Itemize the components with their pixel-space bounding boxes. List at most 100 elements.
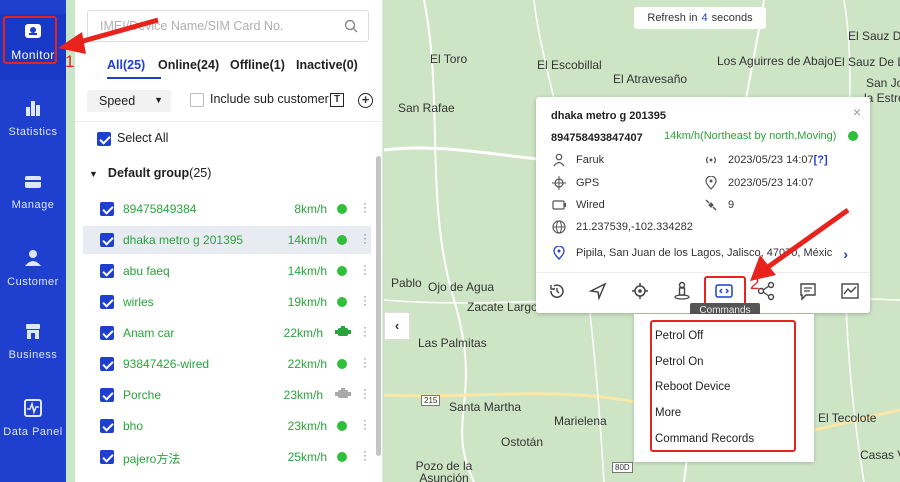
online-status-dot (337, 297, 347, 307)
close-icon[interactable]: × (853, 104, 861, 120)
history-icon[interactable] (546, 280, 568, 302)
help-link[interactable]: [?] (814, 154, 828, 166)
include-sub-customer[interactable]: Include sub customer (190, 92, 329, 107)
location-time-field: 2023/05/23 14:07 (704, 176, 854, 192)
street-view-icon[interactable] (671, 280, 693, 302)
nav-manage[interactable]: Manage (0, 163, 66, 229)
map-label: El Sauz De Los (834, 55, 900, 69)
caret-down-icon[interactable]: ▼ (89, 169, 98, 179)
address-field: Pipila, San Juan de los Lagos, Jalisco, … (552, 246, 832, 262)
globe-icon (552, 220, 566, 234)
device-checkbox[interactable] (100, 202, 114, 216)
tab-inactive[interactable]: Inactive(0) (296, 58, 358, 72)
device-name: bho (123, 419, 144, 433)
device-checkbox[interactable] (100, 450, 114, 464)
more-vertical-icon[interactable]: · · · (363, 383, 367, 403)
person-icon (25, 250, 41, 266)
nav-business-label: Business (8, 349, 58, 361)
commands-highlight-box (704, 276, 746, 306)
refresh-suffix: seconds (711, 12, 753, 24)
nav-statistics[interactable]: Statistics (0, 90, 66, 156)
device-speed: 22km/h (283, 326, 323, 340)
power-type: Wired (576, 199, 605, 211)
more-vertical-icon[interactable]: · · · (363, 228, 367, 248)
online-status-dot (337, 204, 347, 214)
satellites-field: 9 (704, 198, 854, 214)
chevron-right-icon[interactable]: › (843, 246, 848, 262)
text-toggle-icon[interactable]: T (330, 93, 344, 107)
refresh-seconds: 4 (701, 12, 708, 24)
map-label: Los Aguirres de Abajo (717, 54, 834, 68)
device-row[interactable]: 93847426-wired 22km/h · · · (83, 350, 371, 378)
select-all[interactable]: Select All (97, 131, 168, 146)
nav-data-panel[interactable]: Data Panel (0, 390, 66, 456)
more-vertical-icon[interactable]: · · · (363, 259, 367, 279)
left-nav: Monitor Statistics Manage Customer Busin… (0, 0, 66, 482)
annotation-number-1: 1 (65, 52, 75, 71)
signal-time-field: 2023/05/23 14:07[?] (704, 153, 854, 169)
more-vertical-icon[interactable]: · · · (363, 352, 367, 372)
device-row[interactable]: bho 23km/h · · · (83, 412, 371, 440)
satellite-count: 9 (728, 199, 735, 211)
more-vertical-icon[interactable]: · · · (363, 445, 367, 465)
message-icon[interactable] (797, 280, 819, 302)
list-scrollbar[interactable] (376, 156, 381, 456)
map-label: Santa Martha (449, 400, 522, 414)
signal-icon (705, 156, 717, 164)
positioning-type: GPS (576, 177, 600, 189)
map-label: El Toro (430, 52, 468, 66)
device-speed: 19km/h (287, 295, 327, 309)
device-row[interactable]: Anam car 22km/h · · · (83, 319, 371, 347)
device-checkbox[interactable] (100, 419, 114, 433)
device-checkbox[interactable] (100, 388, 114, 402)
nav-customer[interactable]: Customer (0, 240, 66, 306)
more-vertical-icon[interactable]: · · · (363, 197, 367, 217)
device-row[interactable]: abu faeq 14km/h · · · (83, 257, 371, 285)
menu-highlight-box (650, 320, 796, 452)
search-input[interactable] (88, 11, 328, 41)
include-sub-checkbox[interactable] (190, 92, 204, 107)
more-vertical-icon[interactable]: · · · (363, 290, 367, 310)
pulse-icon (24, 399, 42, 417)
navigate-icon[interactable] (587, 280, 609, 302)
online-status-dot (337, 452, 347, 462)
chevron-down-icon: ▼ (154, 95, 163, 105)
device-row[interactable]: 89475849384 8km/h · · · (83, 195, 371, 223)
group-count: (25) (189, 166, 212, 180)
group-name: Default group (107, 166, 190, 180)
nav-data-panel-label: Data Panel (3, 426, 63, 438)
select-all-checkbox[interactable] (97, 131, 111, 146)
device-checkbox[interactable] (100, 326, 114, 340)
group-header[interactable]: ▼ Default group(25) (89, 166, 211, 180)
device-speed: 22km/h (287, 357, 327, 371)
more-vertical-icon[interactable]: · · · (363, 321, 367, 341)
report-chart-icon[interactable] (839, 280, 861, 302)
tab-all[interactable]: All(25) (107, 58, 145, 72)
collapse-panel-button[interactable]: ‹ (384, 312, 410, 340)
map-label: El Escobillal (537, 58, 602, 72)
more-vertical-icon[interactable]: · · · (363, 414, 367, 434)
search-icon[interactable] (344, 19, 358, 33)
map-label: Ostotán (501, 435, 544, 449)
device-row[interactable]: Porche 23km/h · · · (83, 381, 371, 409)
device-checkbox[interactable] (100, 295, 114, 309)
device-checkbox[interactable] (100, 264, 114, 278)
device-row[interactable]: pajero方法 25km/h · · · (83, 443, 371, 471)
add-icon[interactable]: + (358, 93, 373, 108)
tab-offline[interactable]: Offline(1) (230, 58, 285, 72)
device-checkbox[interactable] (100, 233, 114, 247)
device-name: 93847426-wired (123, 357, 210, 371)
nav-customer-label: Customer (7, 276, 59, 288)
satellite-icon (705, 199, 717, 211)
device-row[interactable]: wirles 19km/h · · · (83, 288, 371, 316)
tab-online[interactable]: Online(24) (158, 58, 219, 72)
coordinates: 21.237539,-102.334282 (576, 221, 693, 233)
device-row[interactable]: dhaka metro g 201395 14km/h · · · (83, 226, 371, 254)
sort-select[interactable]: Speed ▼ (87, 90, 171, 112)
address: Pipila, San Juan de los Lagos, Jalisco, … (576, 247, 832, 259)
device-checkbox[interactable] (100, 357, 114, 371)
popup-imei: 894758493847407 (551, 132, 643, 144)
signal-time: 2023/05/23 14:07[?] (728, 154, 828, 166)
track-icon[interactable] (629, 280, 651, 302)
nav-business[interactable]: Business (0, 313, 66, 379)
